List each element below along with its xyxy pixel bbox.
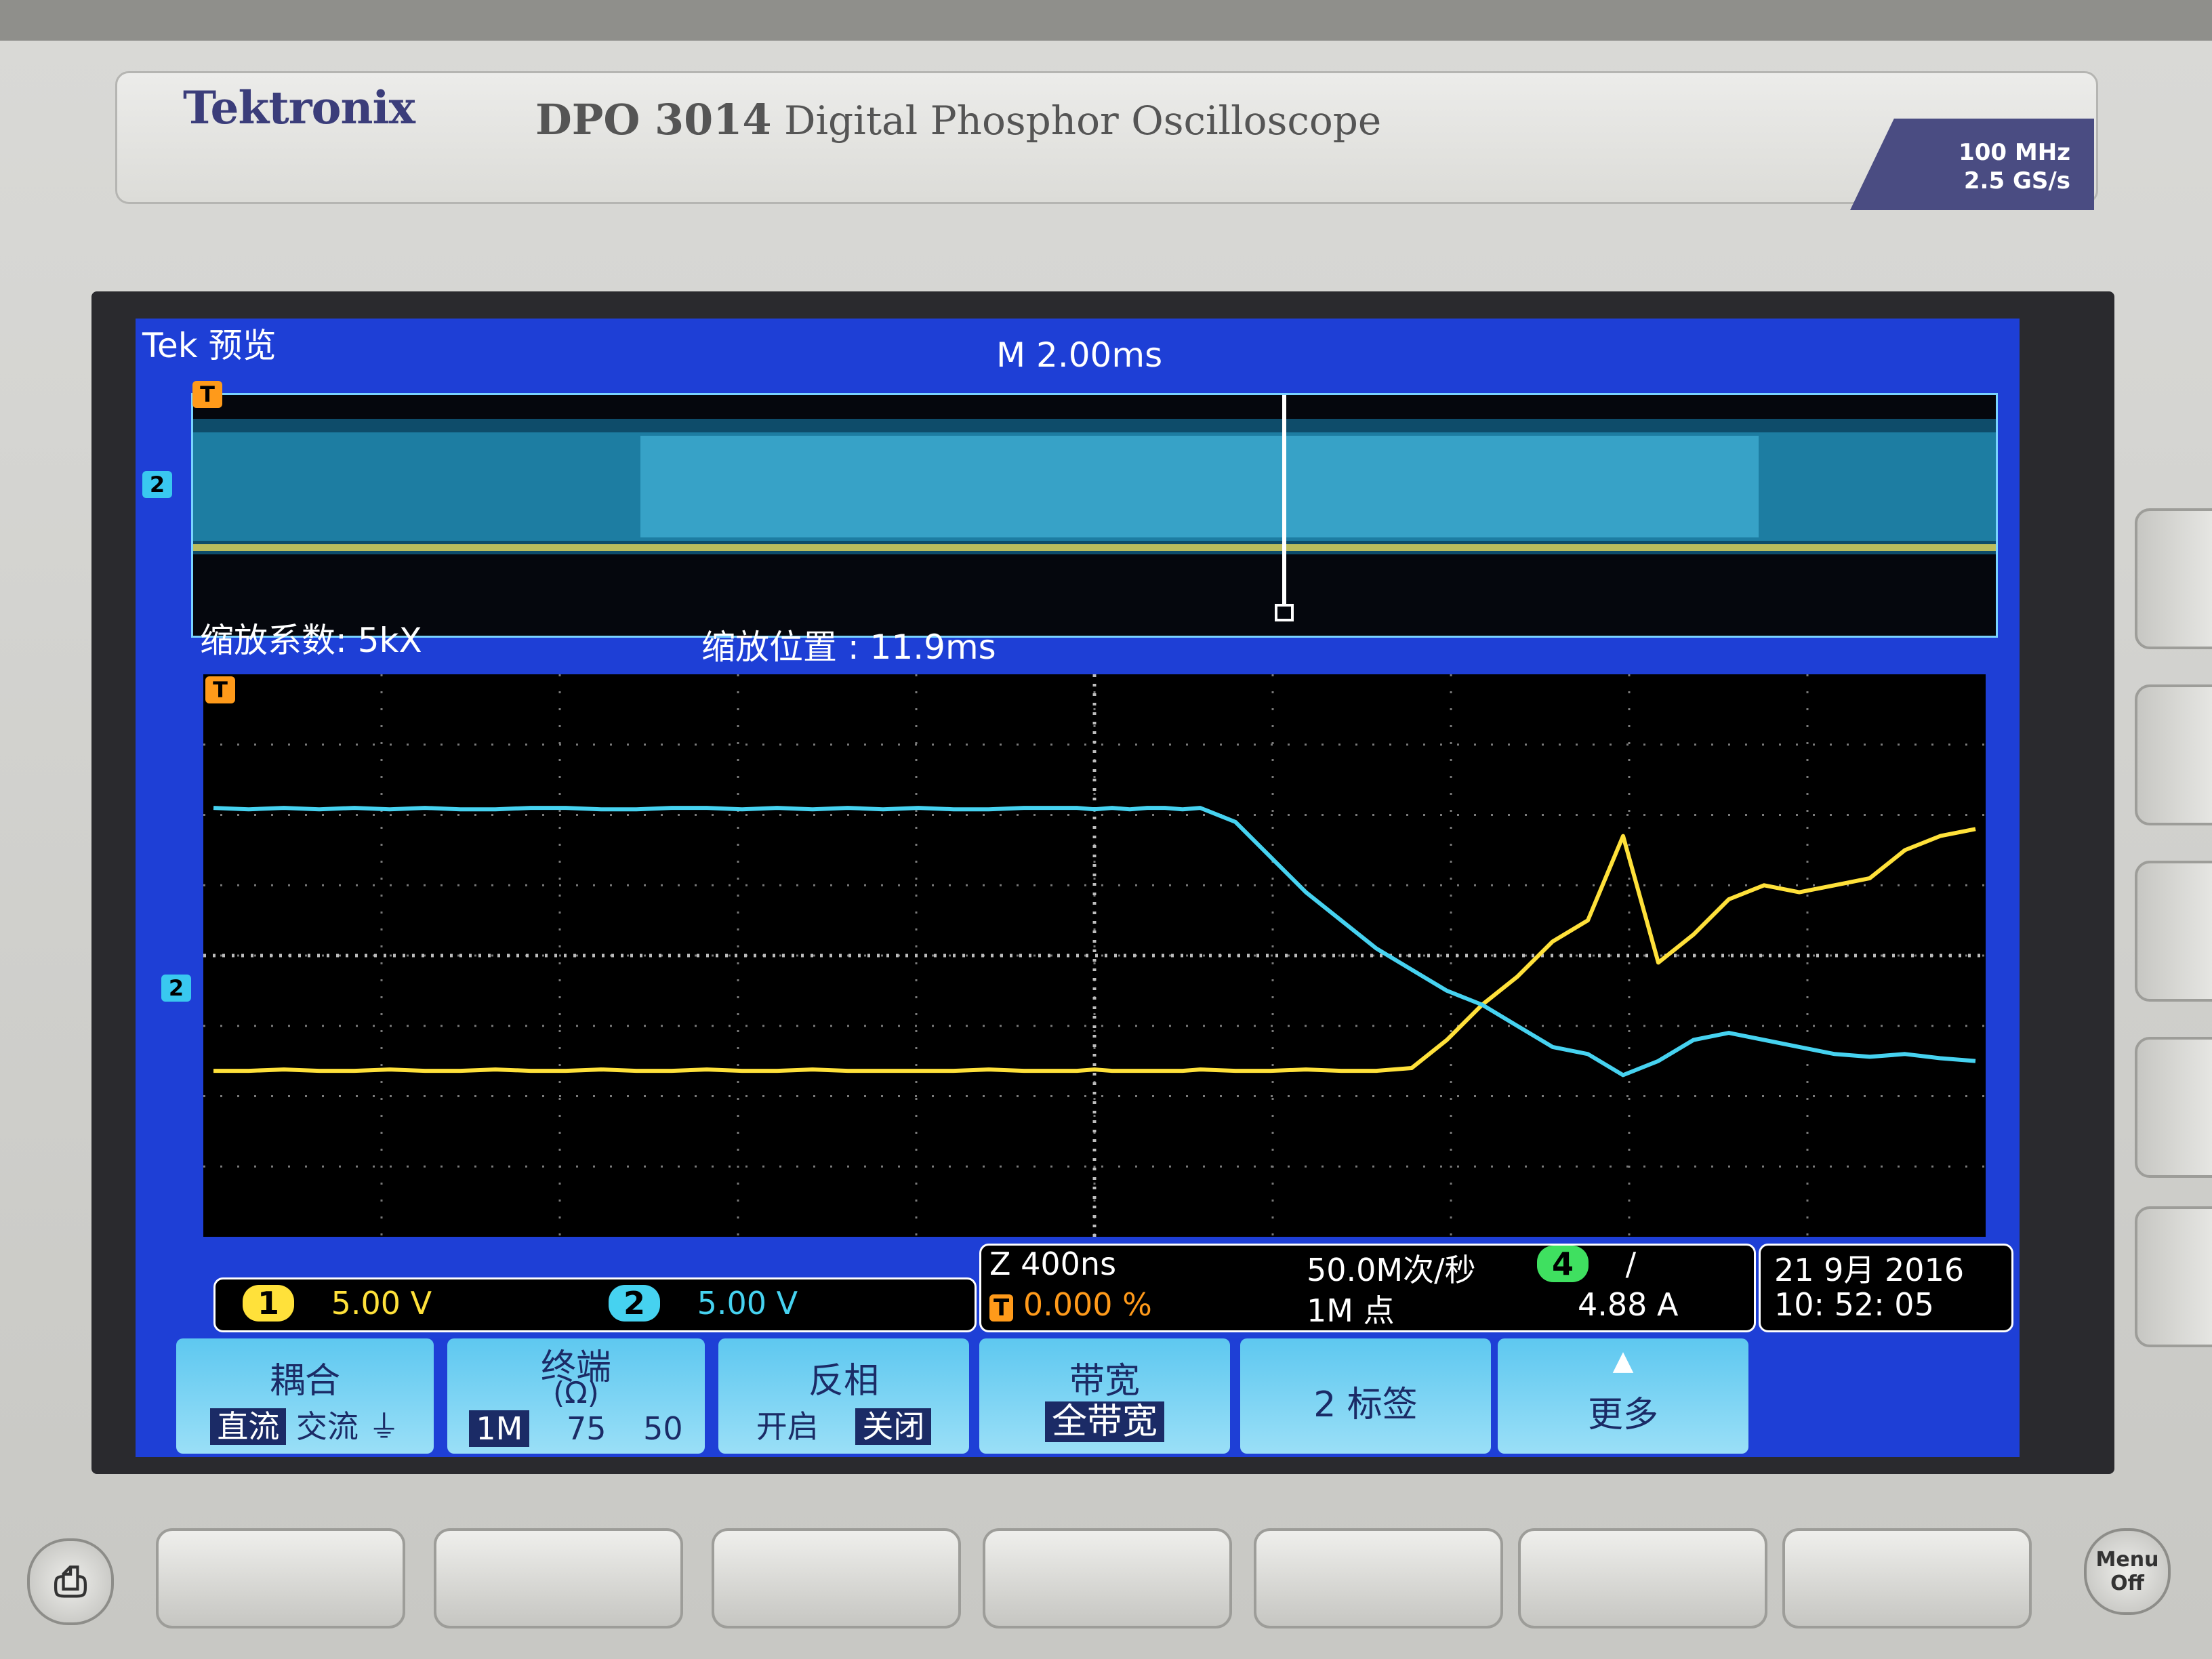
- label-button-text: 2 标签: [1313, 1385, 1418, 1425]
- bezel-button-1[interactable]: [156, 1528, 405, 1629]
- bezel-button-2[interactable]: [434, 1528, 683, 1629]
- channel-status[interactable]: 1 5.00 V 2 5.00 V: [213, 1277, 977, 1332]
- acquisition-status[interactable]: Z 400ns T 0.000 % 50.0M次/秒 1M 点 4 / 4.88…: [979, 1244, 1756, 1332]
- mode-label: 预览: [208, 326, 276, 365]
- trigger-pos-icon: T: [989, 1294, 1014, 1322]
- model-name: DPO 3014 Digital Phosphor Oscilloscope: [535, 95, 1381, 144]
- display-screen: Tek 预览 M 2.00ms T 2 缩放系数: 5kX 缩放位置 : 11.…: [136, 319, 2020, 1457]
- zoom-bracket[interactable]: [1275, 604, 1294, 621]
- print-button[interactable]: ⎙: [27, 1538, 114, 1625]
- coupling-ac[interactable]: 交流: [296, 1408, 359, 1445]
- bezel-button-6[interactable]: [1518, 1528, 1767, 1629]
- bezel-button-4[interactable]: [983, 1528, 1232, 1629]
- invert-on[interactable]: 开启: [756, 1408, 819, 1445]
- side-button-5[interactable]: [2135, 1206, 2212, 1347]
- ch2-badge: 2: [609, 1285, 661, 1322]
- spec-bandwidth: 100 MHz: [1959, 139, 2070, 166]
- more-arrow-icon: ▲: [1612, 1345, 1634, 1376]
- time: 10: 52: 05: [1774, 1286, 1934, 1323]
- printer-icon: ⎙: [54, 1558, 87, 1605]
- zoom-position: 缩放位置 : 11.9ms: [701, 628, 996, 667]
- ground-icon[interactable]: ⏚: [369, 1408, 400, 1445]
- overview-waveform: [193, 395, 1996, 621]
- invert-label: 反相: [808, 1361, 879, 1401]
- zoom-factor: 缩放系数: 5kX: [200, 621, 422, 660]
- ch2-scale: 5.00 V: [697, 1285, 798, 1322]
- overview-trigger-marker: T: [192, 381, 222, 408]
- datetime-status: 21 9月 2016 10: 52: 05: [1759, 1244, 2013, 1332]
- termination-75[interactable]: 75: [567, 1410, 607, 1447]
- model-description: Digital Phosphor Oscilloscope: [783, 98, 1382, 144]
- more-button[interactable]: ▲ 更多: [1498, 1338, 1748, 1454]
- menu-off-button[interactable]: Menu Off: [2084, 1528, 2171, 1615]
- menu-off-label: Menu Off: [2095, 1548, 2159, 1595]
- invert-button[interactable]: 反相 开启 关闭: [718, 1338, 969, 1454]
- trigger-pos-value: 0.000 %: [1023, 1286, 1152, 1323]
- ch1-status[interactable]: 1 5.00 V: [243, 1285, 432, 1322]
- more-label: 更多: [1587, 1395, 1658, 1435]
- brand-logo: Tektronix: [183, 81, 415, 134]
- trigger-slope-icon: /: [1625, 1246, 1637, 1282]
- termination-1m[interactable]: 1M: [469, 1410, 530, 1447]
- invert-off[interactable]: 关闭: [855, 1408, 932, 1445]
- side-button-2[interactable]: [2135, 684, 2212, 825]
- bezel-button-3[interactable]: [712, 1528, 961, 1629]
- side-button-1[interactable]: [2135, 508, 2212, 649]
- coupling-label: 耦合: [269, 1361, 340, 1401]
- side-button-4[interactable]: [2135, 1037, 2212, 1178]
- termination-unit: (Ω): [553, 1376, 599, 1410]
- overview-ch2-marker: 2: [142, 471, 172, 498]
- trigger-position: T 0.000 %: [989, 1286, 1152, 1323]
- side-button-3[interactable]: [2135, 861, 2212, 1002]
- label-button[interactable]: 2 标签: [1240, 1338, 1491, 1454]
- main-timebase: M 2.00ms: [996, 335, 1163, 375]
- bezel-button-5[interactable]: [1254, 1528, 1503, 1629]
- sample-rate: 50.0M次/秒: [1307, 1252, 1476, 1288]
- ch1-badge: 1: [243, 1285, 295, 1322]
- trigger-level: 4.88 A: [1578, 1286, 1679, 1323]
- termination-options: 1M 75 50: [447, 1410, 705, 1447]
- screen-brand: Tek 预览: [142, 319, 276, 367]
- zoom-window[interactable]: [203, 674, 1986, 1237]
- bandwidth-value: 全带宽: [1044, 1401, 1164, 1442]
- overview-window[interactable]: [191, 393, 1998, 638]
- ch2-status[interactable]: 2 5.00 V: [609, 1285, 798, 1322]
- trigger-setting: 4 /: [1537, 1246, 1636, 1282]
- model-number: DPO 3014: [535, 95, 772, 144]
- coupling-options: 直流 交流 ⏚: [176, 1402, 434, 1447]
- overview-burst: [640, 436, 1759, 537]
- bandwidth-value-wrap: 全带宽: [979, 1393, 1230, 1443]
- coupling-dc[interactable]: 直流: [210, 1408, 287, 1445]
- tek-mark: Tek: [142, 326, 198, 365]
- ch2-ground-marker: 2: [161, 975, 191, 1002]
- trigger-source-badge: 4: [1537, 1246, 1589, 1282]
- ch1-scale: 5.00 V: [331, 1285, 432, 1322]
- trigger-position-marker: T: [205, 676, 235, 703]
- coupling-button[interactable]: 耦合 直流 交流 ⏚: [176, 1338, 434, 1454]
- waveform-graticule: [203, 674, 1986, 1237]
- termination-button[interactable]: 终端 (Ω) 1M 75 50: [447, 1338, 705, 1454]
- record-length: 1M 点: [1307, 1292, 1395, 1329]
- bandwidth-button[interactable]: 带宽 全带宽: [979, 1338, 1230, 1454]
- date: 21 9月 2016: [1774, 1252, 1965, 1288]
- termination-50[interactable]: 50: [643, 1410, 683, 1447]
- bezel-button-7[interactable]: [1782, 1528, 2032, 1629]
- spec-sample-rate: 2.5 GS/s: [1963, 167, 2070, 194]
- zoom-timebase: Z 400ns: [989, 1246, 1117, 1282]
- invert-options: 开启 关闭: [718, 1402, 969, 1447]
